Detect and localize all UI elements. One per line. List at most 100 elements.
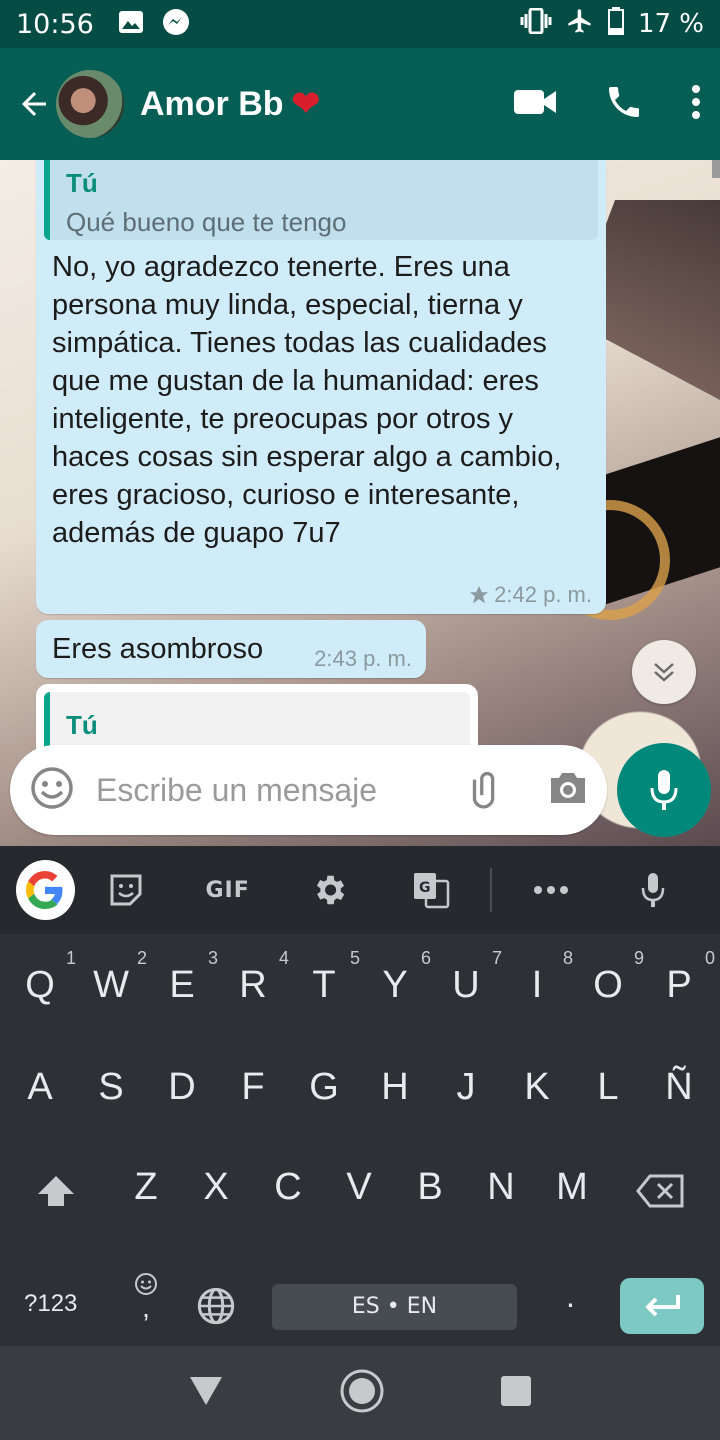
chat-header: Amor Bb ❤ bbox=[0, 48, 720, 160]
microphone-icon bbox=[650, 770, 678, 810]
message-meta: 2:43 p. m. bbox=[314, 646, 412, 672]
paperclip-icon bbox=[472, 771, 495, 808]
circle-home-icon bbox=[340, 1369, 384, 1412]
camera-button[interactable] bbox=[547, 770, 589, 811]
period-key[interactable]: . bbox=[566, 1278, 575, 1315]
key-r[interactable]: R4 bbox=[223, 948, 289, 1007]
key-m[interactable]: M bbox=[542, 1166, 602, 1209]
key-b[interactable]: B bbox=[400, 1166, 460, 1209]
google-g-icon bbox=[26, 871, 63, 909]
video-camera-icon bbox=[514, 89, 556, 114]
battery-percent: 17 % bbox=[637, 9, 704, 39]
key-row-1: Q1 W2 E3 R4 T5 Y6 U7 I8 O9 P0 bbox=[0, 948, 720, 1064]
heart-emoji: ❤ bbox=[291, 85, 321, 123]
key-y[interactable]: Y6 bbox=[365, 948, 431, 1007]
message-bubble[interactable]: Eres asombroso 2:43 p. m. bbox=[36, 620, 426, 678]
translate-button[interactable]: G bbox=[380, 871, 482, 909]
voice-message-button[interactable] bbox=[617, 743, 711, 837]
key-u[interactable]: U7 bbox=[436, 948, 502, 1007]
key-f[interactable]: F bbox=[223, 1066, 283, 1109]
system-nav-bar bbox=[0, 1346, 720, 1440]
video-call-button[interactable] bbox=[514, 87, 558, 122]
globe-icon bbox=[197, 1287, 235, 1325]
language-key[interactable] bbox=[196, 1286, 236, 1331]
key-s[interactable]: S bbox=[81, 1066, 141, 1109]
gif-button[interactable]: GIF bbox=[177, 878, 279, 903]
key-d[interactable]: D bbox=[152, 1066, 212, 1109]
key-i[interactable]: I8 bbox=[507, 948, 573, 1007]
key-t[interactable]: T5 bbox=[294, 948, 360, 1007]
message-composer bbox=[10, 745, 607, 835]
battery-icon bbox=[607, 6, 624, 42]
message-meta: 2:42 p. m. bbox=[468, 582, 592, 608]
key-j[interactable]: J bbox=[436, 1066, 496, 1109]
nav-back-button[interactable] bbox=[188, 1375, 224, 1412]
phone-icon bbox=[609, 86, 639, 117]
key-q[interactable]: Q1 bbox=[10, 948, 76, 1007]
more-horiz-icon bbox=[534, 886, 569, 894]
scroll-to-bottom-button[interactable] bbox=[632, 640, 696, 704]
back-button[interactable] bbox=[12, 82, 56, 126]
voice-call-button[interactable] bbox=[604, 82, 644, 127]
enter-key[interactable] bbox=[620, 1278, 704, 1334]
key-l[interactable]: L bbox=[578, 1066, 638, 1109]
attach-button[interactable] bbox=[463, 766, 507, 815]
contact-name[interactable]: Amor Bb ❤ bbox=[140, 84, 320, 124]
key-k[interactable]: K bbox=[507, 1066, 567, 1109]
quote-text: Qué bueno que te tengo bbox=[66, 207, 347, 237]
space-key[interactable]: ES • EN bbox=[272, 1284, 517, 1330]
google-search-button[interactable] bbox=[16, 860, 75, 920]
nav-recents-button[interactable] bbox=[500, 1375, 532, 1412]
keyboard-toolbar: GIF G bbox=[0, 846, 720, 934]
key-c[interactable]: C bbox=[258, 1166, 318, 1209]
symbols-key[interactable]: ?123 bbox=[24, 1290, 77, 1318]
message-input[interactable] bbox=[96, 771, 426, 809]
status-bar: 10:56 17 % bbox=[0, 0, 720, 48]
voice-typing-button[interactable] bbox=[602, 871, 704, 909]
message-bubble[interactable]: Tú Qué bueno que te tengo No, yo agradez… bbox=[36, 160, 606, 614]
enter-arrow-icon bbox=[645, 1295, 680, 1317]
scrollbar[interactable] bbox=[712, 160, 720, 178]
backspace-key[interactable] bbox=[630, 1166, 690, 1218]
key-x[interactable]: X bbox=[186, 1166, 246, 1209]
contact-avatar[interactable] bbox=[56, 70, 124, 138]
chat-area[interactable]: Tú Qué bueno que te tengo No, yo agradez… bbox=[0, 160, 720, 846]
gear-icon bbox=[317, 875, 345, 905]
key-e[interactable]: E3 bbox=[152, 948, 218, 1007]
key-n[interactable]: N bbox=[471, 1166, 531, 1209]
key-z[interactable]: Z bbox=[116, 1166, 176, 1209]
message-time: 2:42 p. m. bbox=[494, 582, 592, 607]
backspace-icon bbox=[636, 1174, 684, 1208]
gif-label: GIF bbox=[205, 877, 250, 903]
key-v[interactable]: V bbox=[329, 1166, 389, 1209]
gallery-icon bbox=[118, 10, 144, 38]
sticker-icon bbox=[110, 874, 142, 906]
key-g[interactable]: G bbox=[294, 1066, 354, 1109]
emoji-button[interactable] bbox=[30, 766, 74, 815]
emoji-comma-key[interactable]: , bbox=[128, 1272, 164, 1323]
messenger-icon bbox=[162, 8, 190, 40]
key-a[interactable]: A bbox=[10, 1066, 70, 1109]
nav-home-button[interactable] bbox=[339, 1368, 385, 1419]
comma-label: , bbox=[142, 1292, 150, 1323]
key-enye[interactable]: Ñ bbox=[649, 1066, 709, 1109]
keyboard-settings-button[interactable] bbox=[279, 871, 381, 909]
camera-icon bbox=[551, 772, 585, 803]
more-tools-button[interactable] bbox=[500, 885, 602, 895]
key-row-3: Z X C V B N M bbox=[0, 1166, 720, 1266]
translate-icon: G bbox=[414, 873, 450, 909]
key-p[interactable]: P0 bbox=[649, 948, 715, 1007]
key-w[interactable]: W2 bbox=[81, 948, 147, 1007]
message-text: No, yo agradezco tenerte. Eres una perso… bbox=[52, 251, 562, 549]
shift-key[interactable] bbox=[26, 1166, 86, 1218]
contact-name-text: Amor Bb bbox=[140, 84, 284, 123]
quote-author: Tú bbox=[66, 710, 98, 740]
toolbar-divider bbox=[490, 868, 493, 912]
key-h[interactable]: H bbox=[365, 1066, 425, 1109]
more-options-button[interactable] bbox=[690, 84, 702, 125]
quoted-message[interactable]: Tú Qué bueno que te tengo bbox=[44, 160, 598, 240]
more-vert-icon bbox=[692, 84, 700, 119]
key-o[interactable]: O9 bbox=[578, 948, 644, 1007]
sticker-button[interactable] bbox=[75, 872, 177, 908]
status-time: 10:56 bbox=[16, 8, 94, 40]
